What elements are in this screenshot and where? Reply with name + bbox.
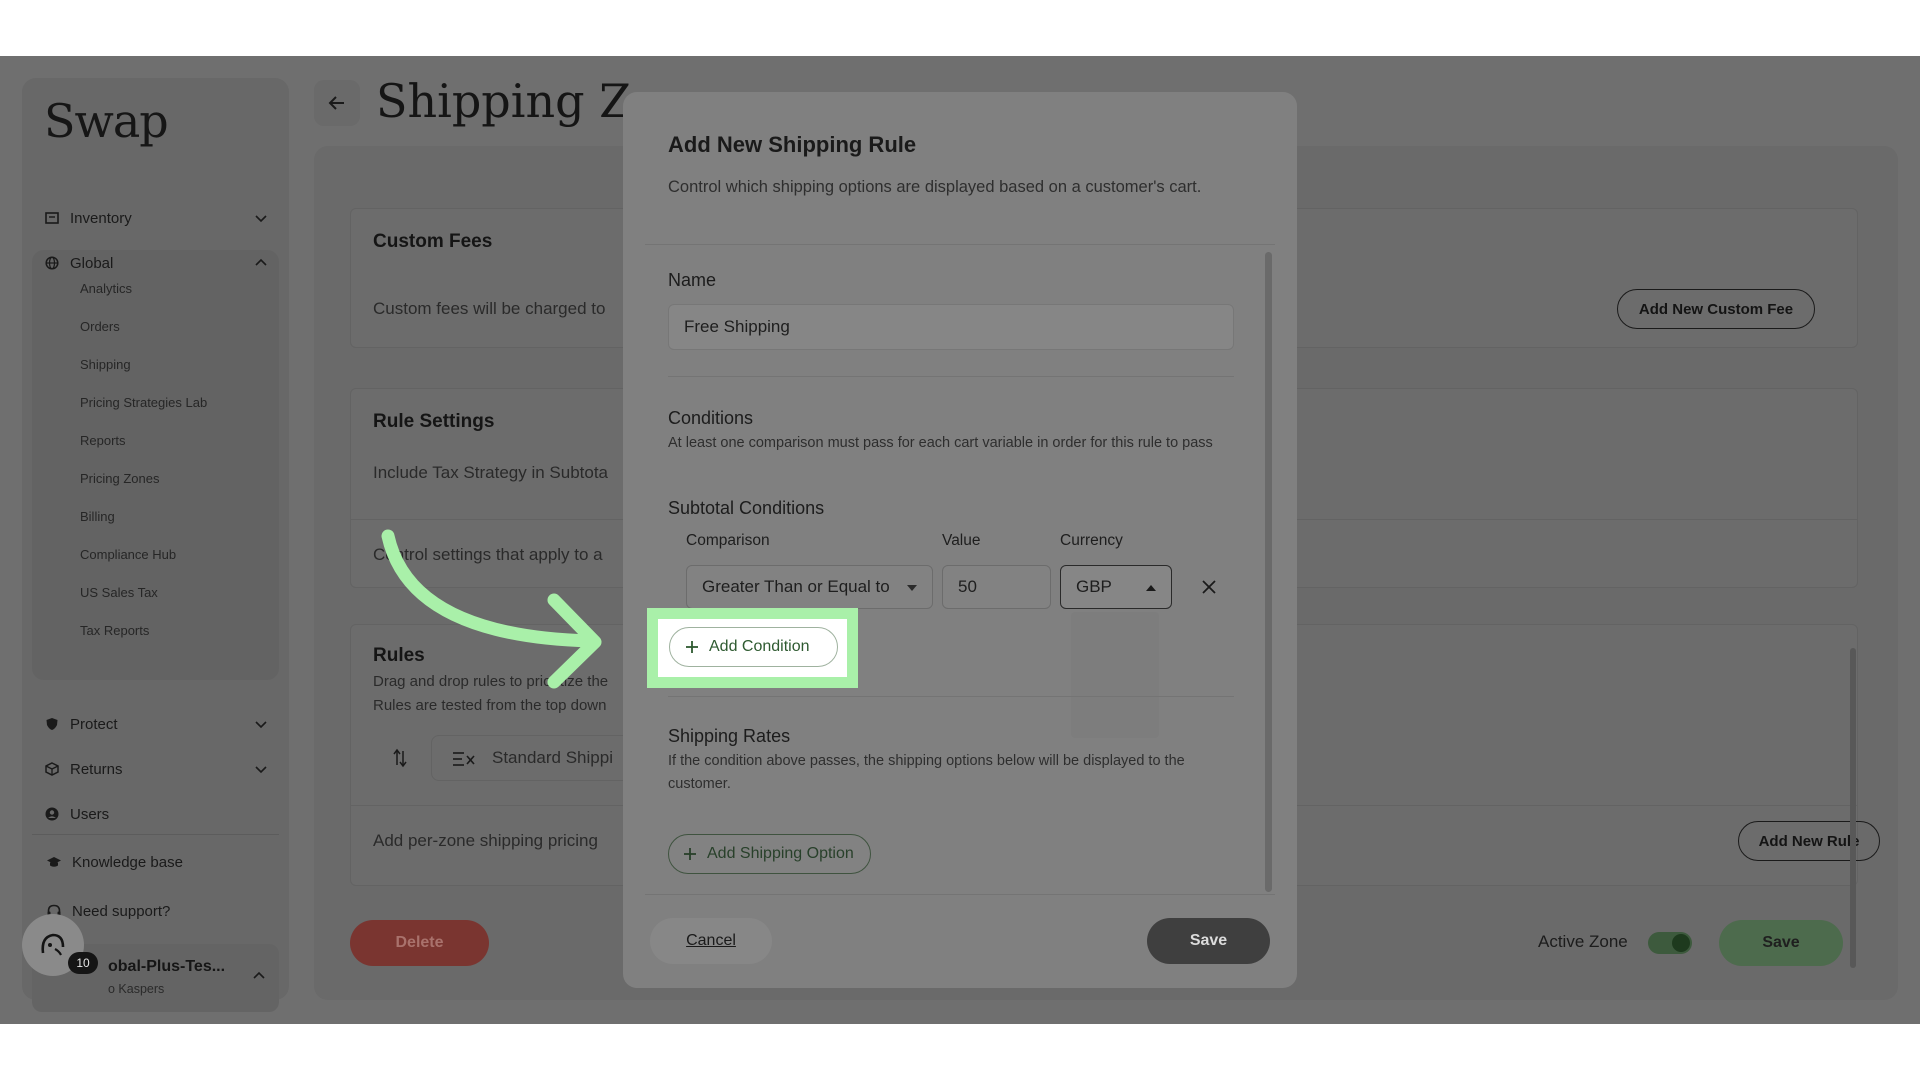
add-condition-label: Add Condition: [709, 638, 810, 655]
custom-fees-description: Custom fees will be charged to: [373, 299, 606, 318]
divider: [645, 894, 1275, 895]
toggle-knob: [1672, 934, 1690, 952]
globe-icon: [44, 255, 60, 271]
sidebar-subitem-compliance-hub[interactable]: Compliance Hub: [80, 547, 176, 562]
sidebar-item-users[interactable]: Users: [44, 796, 269, 832]
sidebar-item-label: Returns: [70, 760, 123, 778]
sidebar-item-label: Global: [70, 254, 114, 272]
conditions-label: Conditions: [668, 408, 754, 428]
sidebar-subitem-orders[interactable]: Orders: [80, 319, 120, 334]
sidebar-item-label: Users: [70, 805, 110, 823]
currency-dropdown-menu[interactable]: [1071, 612, 1159, 738]
caret-down-icon: [907, 585, 917, 591]
sidebar-item-knowledge-base[interactable]: Knowledge base: [46, 844, 271, 880]
subtotal-conditions-label: Subtotal Conditions: [668, 498, 825, 518]
sidebar-item-label: Inventory: [70, 209, 132, 227]
cancel-button[interactable]: Cancel: [650, 918, 772, 964]
sidebar-item-protect[interactable]: Protect: [44, 706, 269, 742]
value-column-header: Value: [942, 532, 981, 549]
user-icon: [44, 806, 60, 822]
rule-list-icon: [453, 752, 475, 766]
divider: [668, 376, 1234, 377]
currency-select[interactable]: GBP: [1060, 565, 1172, 609]
modal-scrollbar[interactable]: [1265, 252, 1272, 892]
shipping-rates-label: Shipping Rates: [668, 726, 791, 746]
modal-description: Control which shipping options are displ…: [668, 178, 1202, 196]
logo: Swap: [44, 94, 169, 148]
value-input[interactable]: 50: [942, 565, 1051, 609]
rules-order-description: Rules are tested from the top down: [373, 697, 607, 714]
sidebar: Swap Inventory Global Analytics Orders S…: [22, 78, 289, 1012]
add-new-custom-fee-button[interactable]: Add New Custom Fee: [1617, 289, 1815, 329]
sidebar-item-label: Protect: [70, 715, 118, 733]
sidebar-subitem-pricing-strategies-lab[interactable]: Pricing Strategies Lab: [80, 395, 207, 410]
name-input[interactable]: Free Shipping: [668, 304, 1234, 350]
plus-icon: [686, 641, 698, 653]
chevron-down-icon: [255, 766, 267, 774]
sidebar-subitem-us-sales-tax[interactable]: US Sales Tax: [80, 585, 158, 600]
chevron-up-icon: [255, 258, 267, 266]
chevron-up-icon: [253, 971, 265, 979]
app-frame: Swap Inventory Global Analytics Orders S…: [0, 56, 1920, 1024]
comparison-select[interactable]: Greater Than or Equal to: [686, 565, 933, 609]
sidebar-item-label: Need support?: [72, 902, 171, 920]
modal-title: Add New Shipping Rule: [668, 132, 917, 157]
box-icon: [44, 761, 60, 777]
sidebar-item-returns[interactable]: Returns: [44, 751, 269, 787]
add-condition-button[interactable]: Add Condition: [669, 627, 838, 667]
add-shipping-option-label: Add Shipping Option: [707, 845, 854, 862]
save-button[interactable]: Save: [1719, 920, 1843, 966]
chevron-down-icon: [255, 721, 267, 729]
shield-icon: [44, 716, 60, 732]
include-tax-label: Include Tax Strategy in Subtota: [373, 463, 609, 482]
caret-up-icon: [1146, 585, 1156, 591]
add-new-rule-button[interactable]: Add New Rule: [1738, 821, 1880, 861]
sidebar-subitem-pricing-zones[interactable]: Pricing Zones: [80, 471, 159, 486]
per-zone-description: Add per-zone shipping pricing: [373, 831, 598, 850]
inventory-icon: [44, 210, 60, 226]
sidebar-subitem-analytics[interactable]: Analytics: [80, 281, 132, 296]
rule-item-label: Standard Shippi: [492, 748, 613, 767]
shipping-rates-description: If the condition above passes, the shipp…: [668, 753, 1185, 792]
sidebar-item-need-support[interactable]: Need support?: [46, 893, 271, 929]
sidebar-subitem-shipping[interactable]: Shipping: [80, 357, 131, 372]
plus-icon: [684, 848, 696, 860]
chevron-down-icon: [255, 215, 267, 223]
active-zone-toggle[interactable]: [1648, 932, 1692, 954]
delete-button[interactable]: Delete: [350, 920, 489, 966]
custom-fees-title: Custom Fees: [373, 231, 493, 252]
back-button[interactable]: [314, 80, 360, 126]
sidebar-item-inventory[interactable]: Inventory: [44, 200, 269, 236]
divider: [668, 696, 1234, 697]
divider: [645, 244, 1275, 245]
add-shipping-rule-modal: Add New Shipping Rule Control which ship…: [623, 92, 1297, 988]
global-section: [32, 250, 279, 680]
user-org: o Kaspers: [108, 982, 165, 996]
arrow-left-icon: [328, 96, 344, 110]
notification-badge: 10: [68, 952, 98, 974]
graduation-cap-icon: [46, 854, 62, 870]
sidebar-subitem-reports[interactable]: Reports: [80, 433, 126, 448]
sidebar-subitem-billing[interactable]: Billing: [80, 509, 115, 524]
currency-selected-value: GBP: [1076, 577, 1112, 596]
main-scrollbar[interactable]: [1850, 648, 1856, 968]
name-label: Name: [668, 270, 717, 290]
sidebar-item-global[interactable]: Global: [44, 245, 269, 281]
sidebar-item-label: Knowledge base: [72, 853, 183, 871]
value-input-text: 50: [958, 577, 977, 596]
sidebar-subitem-tax-reports[interactable]: Tax Reports: [80, 623, 149, 638]
close-icon[interactable]: [1201, 579, 1217, 595]
active-zone-label: Active Zone: [1538, 932, 1628, 951]
conditions-description: At least one comparison must pass for ea…: [668, 435, 1213, 451]
modal-save-button[interactable]: Save: [1147, 918, 1270, 964]
comparison-selected-value: Greater Than or Equal to: [702, 577, 890, 596]
comparison-column-header: Comparison: [686, 532, 770, 549]
currency-column-header: Currency: [1060, 532, 1123, 549]
rule-settings-title: Rule Settings: [373, 411, 495, 432]
drag-sort-icon[interactable]: [391, 747, 409, 769]
add-shipping-option-button[interactable]: Add Shipping Option: [668, 834, 871, 874]
pointer-arrow-icon: [381, 529, 602, 689]
divider: [32, 834, 279, 835]
user-name: obal-Plus-Tes...: [108, 958, 226, 975]
